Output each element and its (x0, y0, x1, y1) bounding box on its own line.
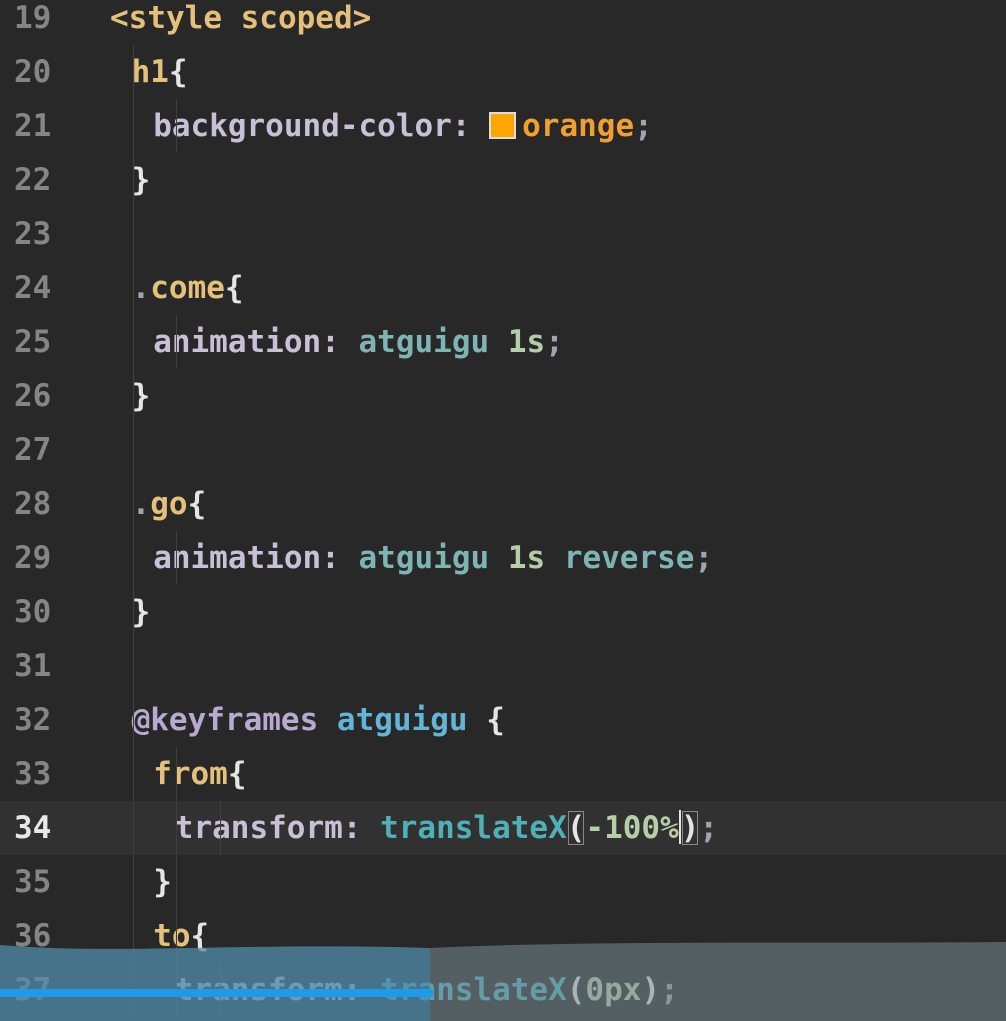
code-editor[interactable]: 19 <style scoped> 20 h1{21 background-color:… (0, 0, 1006, 1021)
video-progress-bar[interactable] (0, 989, 1006, 997)
code-line[interactable]: 32 @keyframes atguigu { (0, 693, 1006, 747)
video-overlay (0, 942, 1006, 1021)
line-number: 35 (14, 864, 52, 900)
code-token: background-color: (153, 108, 490, 144)
code-token: atguigu (358, 324, 490, 360)
line-number: 21 (14, 108, 52, 144)
line-number: 24 (14, 270, 52, 306)
code-line[interactable]: 30} (0, 585, 1006, 639)
code-text: h1{ (132, 45, 188, 99)
overlay-shape (430, 942, 1006, 1021)
line-number: 23 (14, 216, 52, 252)
line-number: 30 (14, 594, 52, 630)
code-token: { (168, 54, 188, 90)
code-token: 1s (489, 324, 546, 360)
indent-guide (220, 801, 221, 855)
code-line[interactable]: 31 (0, 639, 1006, 693)
code-text: } (132, 369, 151, 423)
code-token: from (153, 756, 228, 792)
code-token: . (131, 270, 151, 306)
code-text: <style scoped> (110, 0, 371, 45)
code-line[interactable]: 24 .come{ (0, 261, 1006, 315)
code-token: h1 (131, 54, 169, 90)
code-text: background-color: orange; (153, 99, 653, 153)
line-number: 28 (14, 486, 52, 522)
code-token: reverse (545, 540, 695, 576)
code-token: } (153, 864, 172, 900)
code-token: @keyframes (131, 702, 337, 738)
line-number: 33 (14, 756, 52, 792)
code-token: } (131, 378, 151, 414)
overlay-shape (0, 945, 430, 1021)
code-line[interactable]: 28 .go{ (0, 477, 1006, 531)
code-token: . (131, 486, 151, 522)
code-line[interactable]: 33 from{ (0, 747, 1006, 801)
code-text: } (132, 585, 151, 639)
code-text: .come{ (132, 261, 244, 315)
line-number: 27 (14, 432, 52, 468)
code-text: .go{ (132, 477, 207, 531)
code-line[interactable]: 35} (0, 855, 1006, 909)
code-token: transform: (174, 810, 381, 846)
code-token: { (227, 756, 247, 792)
code-token: ; (545, 324, 564, 360)
code-line[interactable]: 26} (0, 369, 1006, 423)
code-token: atguigu (336, 702, 468, 738)
indent-guide (176, 531, 177, 585)
code-token: <style scoped> (110, 0, 372, 36)
color-swatch-icon[interactable] (489, 112, 517, 139)
code-token: go (150, 486, 188, 522)
code-text: @keyframes atguigu { (132, 693, 505, 747)
line-number: 20 (14, 54, 52, 90)
line-number: 34 (14, 810, 52, 846)
code-line[interactable]: 20 h1{ (0, 45, 1006, 99)
code-text: from{ (153, 747, 246, 801)
code-line[interactable]: 19 <style scoped> (0, 0, 1006, 45)
code-line[interactable]: 22} (0, 153, 1006, 207)
code-line[interactable]: 29 animation: atguigu 1s reverse; (0, 531, 1006, 585)
code-token: ( (566, 810, 586, 846)
code-token: translateX (380, 810, 567, 846)
code-token: ; (694, 540, 714, 576)
code-token: -100% (585, 810, 679, 846)
code-token: ; (699, 810, 719, 846)
code-token: { (467, 702, 505, 738)
code-token: } (131, 162, 151, 198)
code-line[interactable]: 21 background-color: orange; (0, 99, 1006, 153)
code-token: animation: (153, 324, 359, 360)
code-line[interactable]: 25 animation: atguigu 1s; (0, 315, 1006, 369)
line-number: 22 (14, 162, 52, 198)
code-text: animation: atguigu 1s; (153, 315, 564, 369)
video-progress-fill (0, 989, 433, 997)
code-token: orange (522, 108, 635, 144)
code-text: transform: translateX(-100%); (175, 801, 718, 855)
code-text: animation: atguigu 1s reverse; (153, 531, 713, 585)
line-number: 32 (14, 702, 52, 738)
code-line[interactable]: 23 (0, 207, 1006, 261)
code-line[interactable]: 34 transform: translateX(-100%); (0, 801, 1006, 855)
code-token: { (187, 486, 207, 522)
code-token: atguigu (358, 540, 490, 576)
line-number: 29 (14, 540, 52, 576)
code-token: come (150, 270, 225, 306)
indent-guide (176, 99, 177, 153)
code-token: 1s (489, 540, 546, 576)
code-token: ; (634, 108, 653, 144)
line-number: 26 (14, 378, 52, 414)
line-number: 25 (14, 324, 52, 360)
line-number: 19 (14, 0, 52, 36)
code-token: { (224, 270, 244, 306)
code-text: } (153, 855, 172, 909)
code-token: ) (680, 810, 700, 846)
line-number: 31 (14, 648, 52, 684)
code-token: animation: (153, 540, 359, 576)
indent-guide (133, 45, 134, 1017)
code-text: } (132, 153, 151, 207)
code-token: } (131, 594, 151, 630)
indent-guide (176, 315, 177, 369)
code-line[interactable]: 27 (0, 423, 1006, 477)
